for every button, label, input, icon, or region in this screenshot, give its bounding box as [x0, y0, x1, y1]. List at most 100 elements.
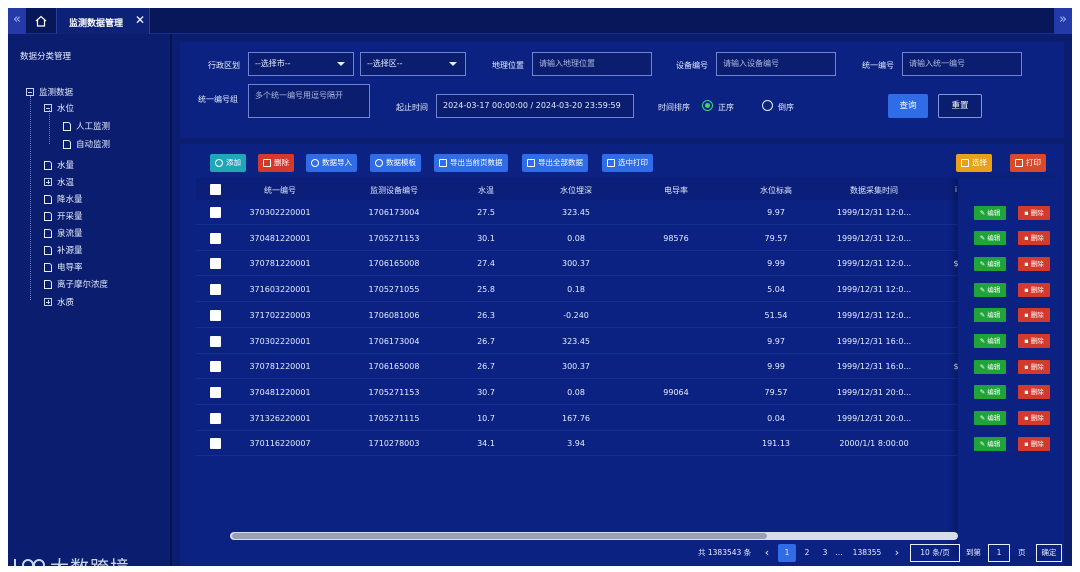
add-button[interactable]: 添加: [210, 154, 246, 172]
unified-input[interactable]: 请输入统一编号: [902, 52, 1022, 76]
district-select[interactable]: --选择区--: [360, 52, 466, 76]
scroll-right-icon[interactable]: »: [1054, 8, 1072, 34]
page-size-select[interactable]: 10 条/页: [910, 544, 960, 562]
row-checkbox[interactable]: [210, 335, 221, 347]
select-all-checkbox[interactable]: [210, 184, 221, 195]
table-row[interactable]: 371603220001 1705271055 25.8 0.18 5.04 1999/1…: [196, 277, 1058, 303]
query-button[interactable]: 查询: [888, 94, 928, 118]
delete-row-button[interactable]: ▪ 删除: [1018, 205, 1050, 220]
row-checkbox[interactable]: [210, 232, 221, 244]
delete-row-button[interactable]: ▪ 删除: [1018, 436, 1050, 451]
export-page-button[interactable]: 导出当前页数据: [434, 154, 508, 172]
edit-button[interactable]: ✎ 编辑: [974, 436, 1006, 451]
page-ellipsis[interactable]: ...: [830, 544, 848, 562]
col-header[interactable]: 水位标高: [760, 185, 792, 196]
page-button[interactable]: 138355: [852, 544, 882, 562]
delete-row-button[interactable]: ▪ 删除: [1018, 308, 1050, 323]
delete-row-button[interactable]: ▪ 删除: [1018, 256, 1050, 271]
tree-node-water-level[interactable]: 水位: [44, 101, 74, 115]
delete-row-button[interactable]: ▪ 删除: [1018, 411, 1050, 426]
page-button[interactable]: 1: [778, 544, 796, 562]
sort-desc-radio[interactable]: [762, 100, 773, 111]
row-checkbox[interactable]: [210, 438, 221, 450]
tree-node-manual[interactable]: 人工监测: [63, 119, 110, 133]
edit-button[interactable]: ✎ 编辑: [974, 282, 1006, 297]
delete-row-button[interactable]: ▪ 删除: [1018, 385, 1050, 400]
edit-button[interactable]: ✎ 编辑: [974, 205, 1006, 220]
city-select[interactable]: --选择市--: [248, 52, 354, 76]
collapse-icon[interactable]: [44, 104, 52, 112]
horizontal-scrollbar[interactable]: [230, 532, 958, 540]
col-header[interactable]: 电导率: [664, 185, 688, 196]
edit-button[interactable]: ✎ 编辑: [974, 385, 1006, 400]
col-header[interactable]: 水温: [478, 185, 494, 196]
template-button[interactable]: 数据模板: [370, 154, 421, 172]
edit-button[interactable]: ✎ 编辑: [974, 308, 1006, 323]
row-checkbox[interactable]: [210, 361, 221, 373]
row-checkbox[interactable]: [210, 284, 221, 296]
tree-node-auto[interactable]: 自动监测: [63, 137, 110, 151]
delete-button[interactable]: 删除: [258, 154, 294, 172]
tree-node-monitoring-data[interactable]: 监测数据: [26, 85, 73, 99]
print-button[interactable]: 打印: [1010, 154, 1046, 172]
table-row[interactable]: 371702220003 1706081006 26.3 -0.240 51.54 199…: [196, 303, 1058, 328]
sort-asc-radio[interactable]: [702, 100, 713, 111]
delete-row-button[interactable]: ▪ 删除: [1018, 282, 1050, 297]
export-all-button[interactable]: 导出全部数据: [522, 154, 588, 172]
table-row[interactable]: 370781220001 1706165008 26.7 300.37 9.99 1999…: [196, 354, 1058, 380]
row-checkbox[interactable]: [210, 386, 221, 398]
scroll-left-icon[interactable]: «: [8, 8, 26, 34]
delete-row-button[interactable]: ▪ 删除: [1018, 359, 1050, 374]
tree-node-item[interactable]: 电导率: [44, 260, 83, 274]
col-header[interactable]: 统一编号: [264, 185, 296, 196]
tree-node-item[interactable]: 开采量: [44, 209, 83, 223]
col-header[interactable]: i: [955, 185, 957, 194]
tree-node-item[interactable]: 水量: [44, 158, 74, 172]
table-row[interactable]: 370302220001 1706173004 27.5 323.45 9.97 1999…: [196, 200, 1058, 225]
goto-page-input[interactable]: 1: [988, 544, 1010, 562]
col-header[interactable]: 数据采集时间: [850, 185, 898, 196]
page-button[interactable]: 2: [798, 544, 816, 562]
tree-node-item[interactable]: 补源量: [44, 243, 83, 257]
table-row[interactable]: 370481220001 1705271153 30.7 0.08 99064 79.57…: [196, 380, 1058, 405]
delete-row-button[interactable]: ▪ 删除: [1018, 231, 1050, 246]
edit-button[interactable]: ✎ 编辑: [974, 256, 1006, 271]
table-row[interactable]: 371326220001 1705271115 10.7 167.76 0.04 1999…: [196, 406, 1058, 431]
prev-page-button[interactable]: ‹: [758, 544, 776, 562]
tree-node-item[interactable]: 泉流量: [44, 226, 83, 240]
edit-button[interactable]: ✎ 编辑: [974, 231, 1006, 246]
import-button[interactable]: 数据导入: [306, 154, 357, 172]
edit-button[interactable]: ✎ 编辑: [974, 411, 1006, 426]
delete-row-button[interactable]: ▪ 删除: [1018, 334, 1050, 348]
row-checkbox[interactable]: [210, 309, 221, 321]
table-row[interactable]: 370481220001 1705271153 30.1 0.08 98576 79.57…: [196, 226, 1058, 251]
col-header[interactable]: 水位埋深: [560, 185, 592, 196]
select-columns-button[interactable]: 选择: [956, 154, 992, 172]
goto-confirm-button[interactable]: 确定: [1036, 544, 1062, 562]
next-page-button[interactable]: ›: [888, 544, 906, 562]
collapse-icon[interactable]: [26, 88, 34, 96]
table-row[interactable]: 370781220001 1706165008 27.4 300.37 9.99 1999…: [196, 251, 1058, 277]
tree-node-item[interactable]: 水温: [44, 175, 74, 189]
expand-icon[interactable]: [44, 298, 52, 306]
tree-node-item[interactable]: 水质: [44, 295, 74, 309]
reset-button[interactable]: 重置: [938, 94, 982, 118]
location-input[interactable]: 请输入地理位置: [532, 52, 652, 76]
edit-button[interactable]: ✎ 编辑: [974, 359, 1006, 374]
close-icon[interactable]: ✕: [135, 13, 145, 27]
device-input[interactable]: 请输入设备编号: [716, 52, 836, 76]
row-checkbox[interactable]: [210, 412, 221, 424]
edit-button[interactable]: ✎ 编辑: [974, 334, 1006, 348]
row-checkbox[interactable]: [210, 207, 221, 218]
tree-node-item[interactable]: 离子摩尔浓度: [44, 277, 108, 291]
unified-group-input[interactable]: 多个统一编号用逗号隔开: [248, 84, 370, 118]
table-row[interactable]: 370116220007 1710278003 34.1 3.94 191.13 2000…: [196, 431, 1058, 457]
tree-node-item[interactable]: 降水量: [44, 192, 83, 206]
col-header[interactable]: 监测设备编号: [370, 185, 418, 196]
tab-monitoring-data[interactable]: 监测数据管理 ✕: [56, 8, 150, 34]
time-range-input[interactable]: 2024-03-17 00:00:00 / 2024-03-20 23:59:5…: [436, 94, 634, 118]
home-icon[interactable]: [32, 12, 50, 30]
expand-icon[interactable]: [44, 178, 52, 186]
print-selected-button[interactable]: 选中打印: [602, 154, 653, 172]
table-row[interactable]: 370302220001 1706173004 26.7 323.45 9.97 1999…: [196, 329, 1058, 354]
